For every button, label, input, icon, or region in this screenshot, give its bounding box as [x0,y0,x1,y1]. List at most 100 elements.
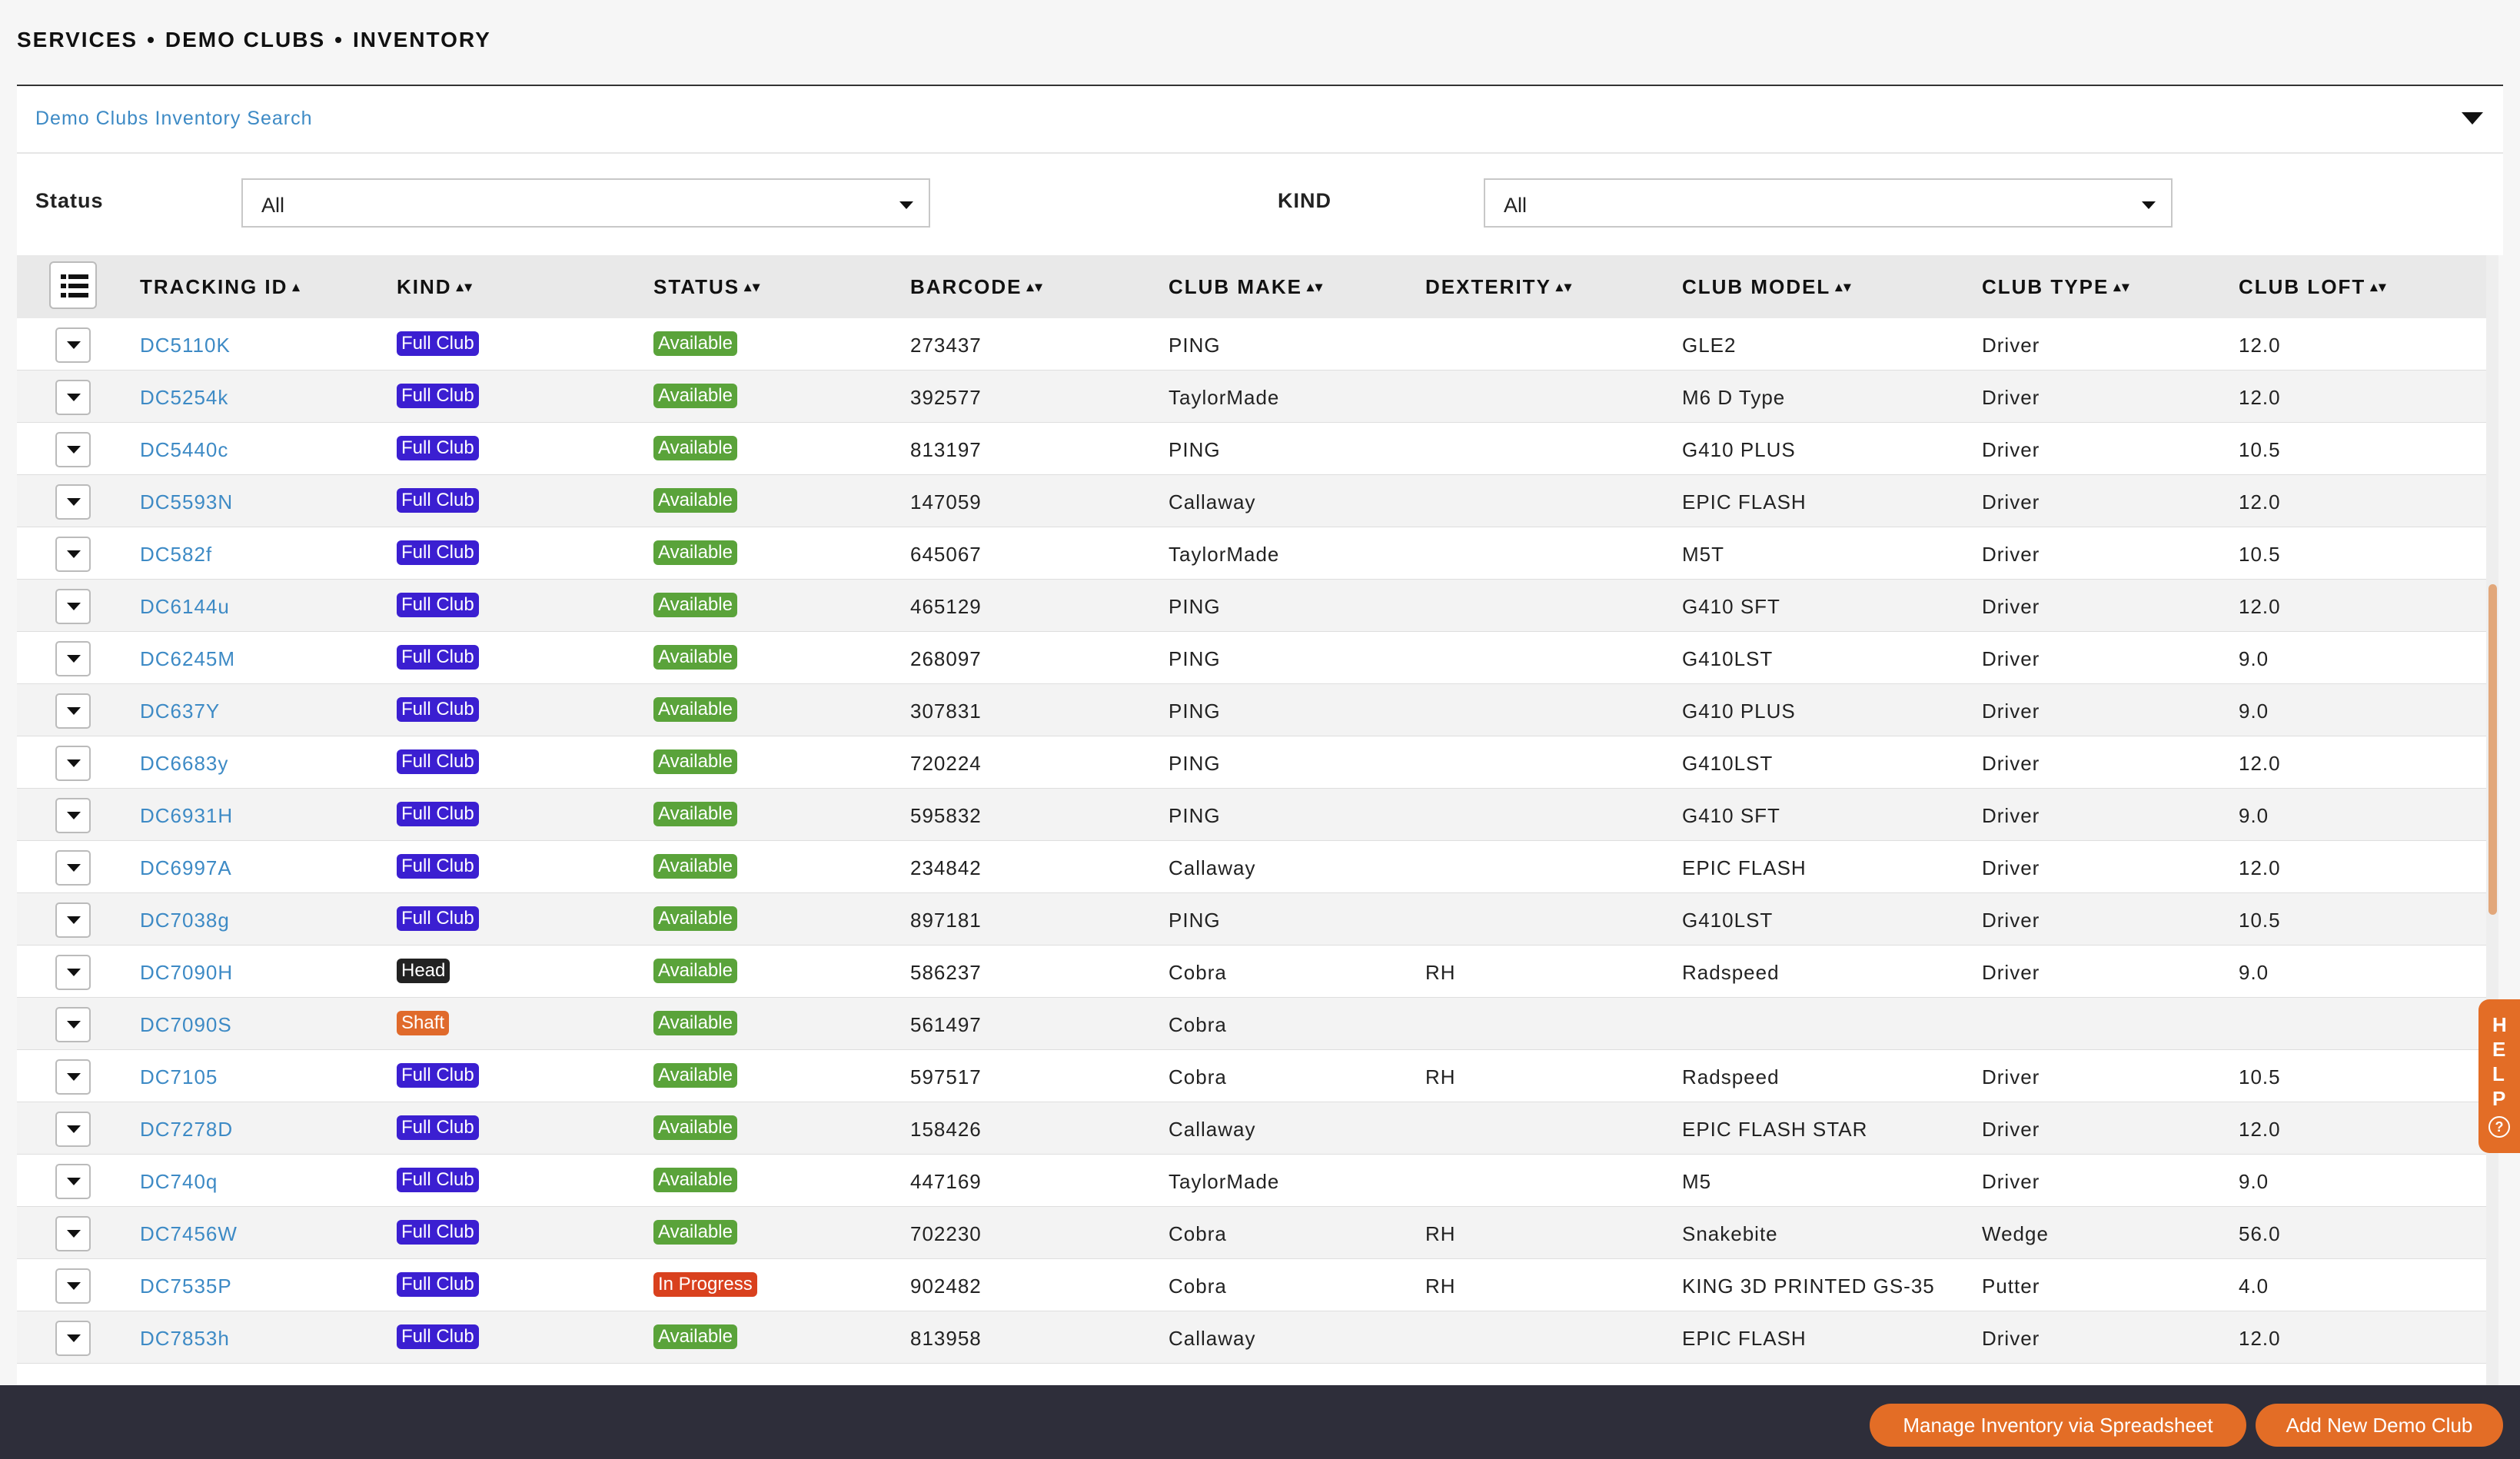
row-expand-button[interactable] [55,537,91,572]
club-type-cell: Driver [1982,543,2040,566]
tracking-id-link[interactable]: DC7090H [140,961,233,985]
club-loft-cell: 12.0 [2239,752,2281,775]
kind-badge: Full Club [397,854,479,879]
row-expand-button[interactable] [55,902,91,938]
status-filter-select[interactable]: All [241,178,930,228]
tracking-id-link[interactable]: DC5440c [140,438,228,462]
club-type-cell: Driver [1982,752,2040,775]
row-expand-button[interactable] [55,955,91,990]
column-header-dexterity[interactable]: DEXTERITY ▴▾ [1425,275,1573,299]
barcode-cell: 720224 [910,752,982,775]
table-body: DC5110K Full Club Available 273437 PING GLE2 D… [17,318,2486,1364]
tracking-id-link[interactable]: DC7278D [140,1118,233,1142]
tracking-id-link[interactable]: DC6931H [140,804,233,828]
breadcrumb-demo-clubs[interactable]: DEMO CLUBS [165,28,325,52]
tracking-id-link[interactable]: DC5593N [140,490,233,514]
row-expand-button[interactable] [55,641,91,676]
search-panel: Demo Clubs Inventory Search Status All K… [17,86,2503,255]
table-row: DC5110K Full Club Available 273437 PING GLE2 D… [17,318,2486,371]
kind-badge: Full Club [397,1272,479,1297]
kind-badge: Full Club [397,1324,479,1349]
club-model-cell: EPIC FLASH [1682,1327,1807,1350]
column-options-button[interactable] [49,261,97,309]
tracking-id-link[interactable]: DC7853h [140,1327,230,1351]
collapse-caret-icon[interactable] [2462,112,2483,125]
tracking-id-link[interactable]: DC7038g [140,909,230,932]
table-row: DC7456W Full Club Available 702230 Cobra RH Sn… [17,1207,2486,1259]
row-expand-button[interactable] [55,1059,91,1095]
club-type-cell: Wedge [1982,1222,2049,1245]
row-expand-button[interactable] [55,327,91,363]
club-type-cell: Driver [1982,856,2040,879]
barcode-cell: 147059 [910,490,982,513]
row-expand-button[interactable] [55,746,91,781]
row-expand-button[interactable] [55,1216,91,1251]
column-header-club-make[interactable]: CLUB MAKE ▴▾ [1169,275,1324,299]
club-loft-cell: 9.0 [2239,700,2269,723]
column-header-tracking-id[interactable]: TRACKING ID ▴ [140,275,301,299]
club-loft-cell: 12.0 [2239,490,2281,513]
row-expand-button[interactable] [55,1164,91,1199]
status-badge: In Progress [653,1272,757,1297]
kind-badge: Full Club [397,906,479,931]
column-header-kind[interactable]: KIND ▴▾ [397,275,474,299]
tracking-id-link[interactable]: DC5254k [140,386,228,410]
column-header-barcode[interactable]: BARCODE ▴▾ [910,275,1044,299]
row-expand-button[interactable] [55,1112,91,1147]
help-letter: H [2492,1013,2507,1036]
club-type-cell: Putter [1982,1275,2040,1298]
status-badge: Available [653,331,737,356]
column-header-club-loft[interactable]: CLUB LOFT ▴▾ [2239,275,2387,299]
tracking-id-link[interactable]: DC7535P [140,1275,232,1298]
table-row: DC6997A Full Club Available 234842 Callaway E… [17,841,2486,893]
barcode-cell: 586237 [910,961,982,984]
row-expand-button[interactable] [55,1321,91,1356]
column-header-club-type[interactable]: CLUB TYPE ▴▾ [1982,275,2130,299]
row-expand-button[interactable] [55,380,91,415]
row-expand-button[interactable] [55,589,91,624]
status-filter-value: All [261,194,285,217]
table-row: DC6931H Full Club Available 595832 PING G410 … [17,789,2486,841]
row-expand-button[interactable] [55,850,91,886]
tracking-id-link[interactable]: DC740q [140,1170,218,1194]
club-make-cell: PING [1169,752,1221,775]
club-loft-cell: 10.5 [2239,438,2281,461]
tracking-id-link[interactable]: DC7456W [140,1222,238,1246]
tracking-id-link[interactable]: DC6245M [140,647,235,671]
tracking-id-link[interactable]: DC582f [140,543,212,567]
add-new-demo-club-button[interactable]: Add New Demo Club [2256,1404,2503,1447]
status-badge: Available [653,1063,737,1088]
column-header-club-model[interactable]: CLUB MODEL ▴▾ [1682,275,1852,299]
table-scrollbar-thumb[interactable] [2488,584,2497,915]
club-type-cell: Driver [1982,386,2040,409]
barcode-cell: 813958 [910,1327,982,1350]
column-header-status[interactable]: STATUS ▴▾ [653,275,761,299]
tracking-id-link[interactable]: DC6997A [140,856,232,880]
club-loft-cell: 12.0 [2239,1118,2281,1141]
kind-badge: Full Club [397,1063,479,1088]
breadcrumb-services[interactable]: SERVICES [17,28,138,52]
manage-inventory-spreadsheet-button[interactable]: Manage Inventory via Spreadsheet [1870,1404,2246,1447]
search-panel-title[interactable]: Demo Clubs Inventory Search [35,108,312,130]
row-expand-button[interactable] [55,484,91,520]
tracking-id-link[interactable]: DC637Y [140,700,220,723]
row-expand-button[interactable] [55,798,91,833]
kind-filter-select[interactable]: All [1484,178,2173,228]
row-expand-button[interactable] [55,1007,91,1042]
tracking-id-link[interactable]: DC7090S [140,1013,232,1037]
club-make-cell: PING [1169,334,1221,357]
club-make-cell: Callaway [1169,1327,1256,1350]
tracking-id-link[interactable]: DC7105 [140,1065,218,1089]
tracking-id-link[interactable]: DC6683y [140,752,228,776]
status-badge: Available [653,436,737,460]
table-row: DC6144u Full Club Available 465129 PING G410 … [17,580,2486,632]
row-expand-button[interactable] [55,1268,91,1304]
row-expand-button[interactable] [55,432,91,467]
search-panel-header[interactable]: Demo Clubs Inventory Search [17,86,2503,154]
barcode-cell: 268097 [910,647,982,670]
tracking-id-link[interactable]: DC5110K [140,334,231,357]
row-expand-button[interactable] [55,693,91,729]
tracking-id-link[interactable]: DC6144u [140,595,230,619]
help-tab[interactable]: H E L P ? [2478,999,2520,1153]
status-badge: Available [653,749,737,774]
